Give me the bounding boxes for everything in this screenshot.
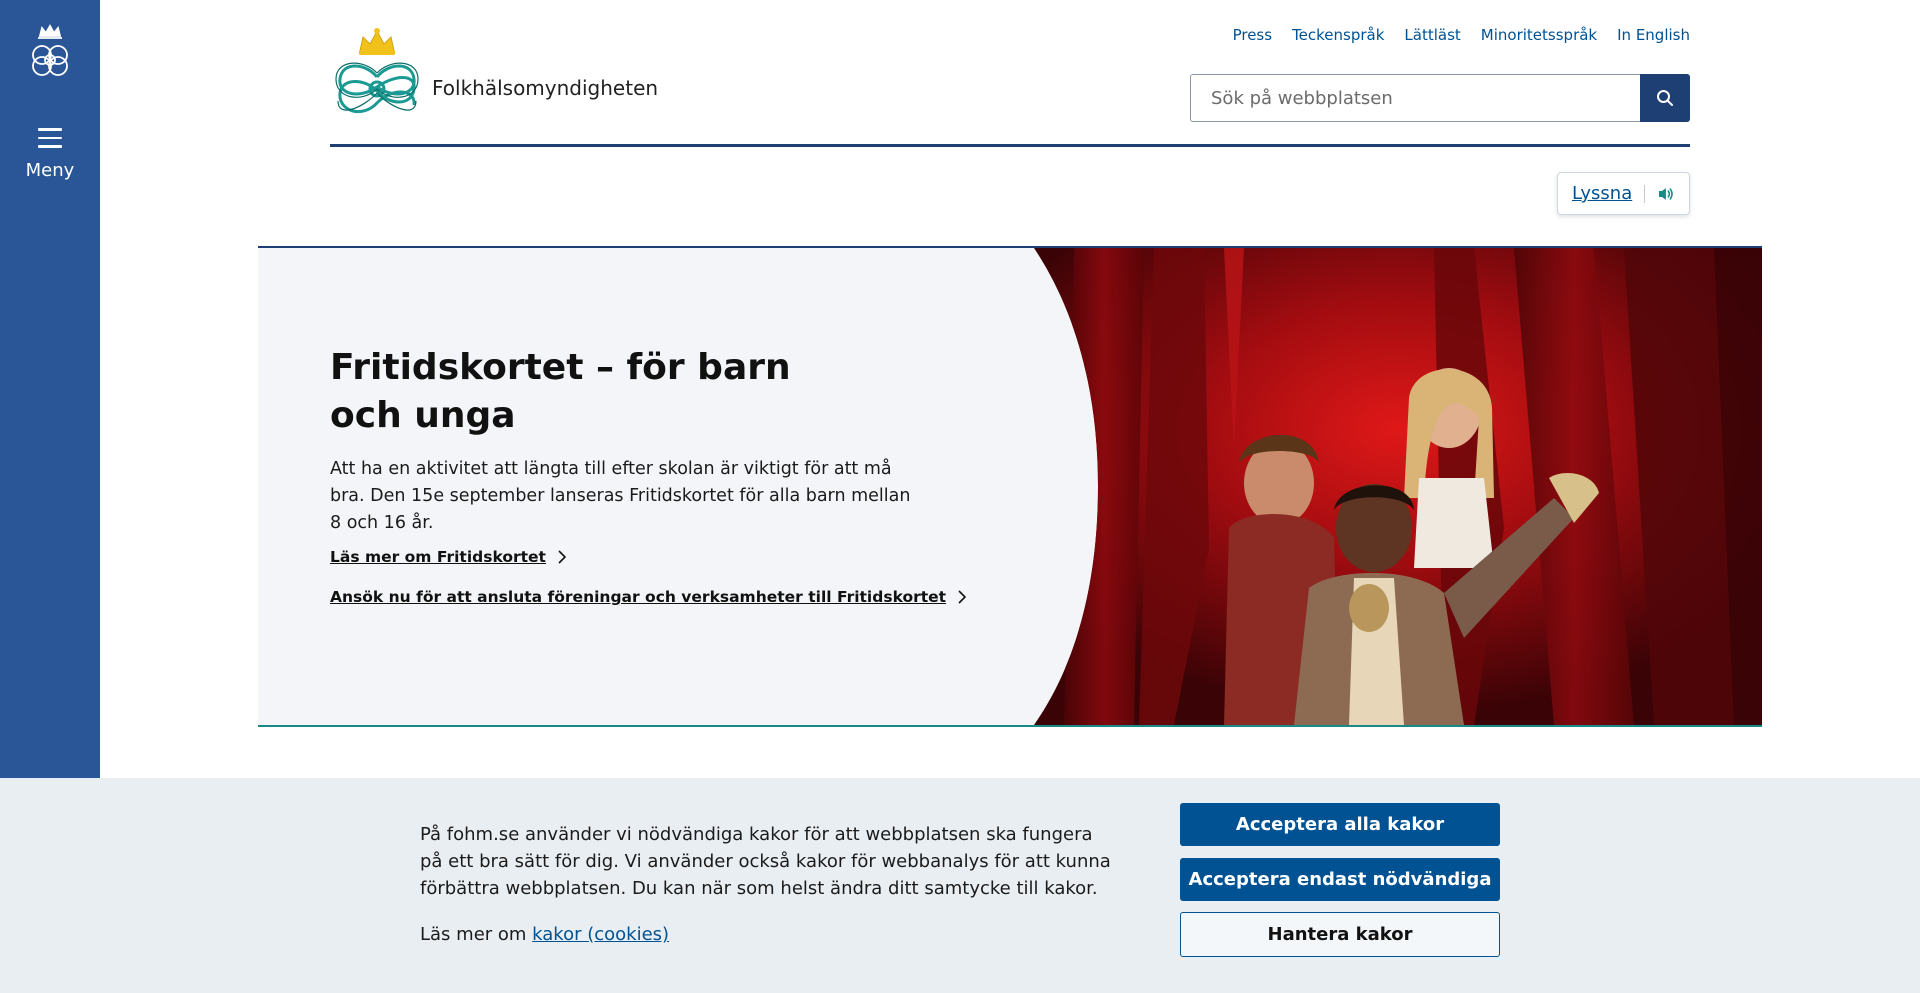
hero-text: Att ha en aktivitet att längta till efte… <box>330 459 911 533</box>
search-input[interactable] <box>1190 74 1640 122</box>
accept-necessary-cookies-button[interactable]: Acceptera endast nödvändiga <box>1180 858 1500 901</box>
listen-button[interactable]: Lyssna <box>1557 172 1690 215</box>
top-link-minoritetssprak[interactable]: Minoritetsspråk <box>1481 26 1597 44</box>
hero-link-read-more[interactable]: Läs mer om Fritidskortet <box>330 548 570 566</box>
chevron-right-icon <box>558 550 567 564</box>
brand-name: Folkhälsomyndigheten <box>432 76 659 100</box>
top-link-teckensprak[interactable]: Teckenspråk <box>1292 26 1384 44</box>
chevron-right-icon <box>958 590 967 604</box>
menu-label: Meny <box>25 160 75 181</box>
cookie-banner: På fohm.se använder vi nödvändiga kakor … <box>0 778 1920 993</box>
search-icon <box>1657 90 1673 106</box>
cookie-more-prefix: Läs mer om <box>420 924 533 945</box>
crown-emblem-icon[interactable] <box>24 22 76 78</box>
hero-link-apply[interactable]: Ansök nu för att ansluta föreningar och … <box>330 588 970 606</box>
manage-cookies-button[interactable]: Hantera kakor <box>1180 912 1500 957</box>
cookie-policy-link[interactable]: kakor (cookies) <box>532 924 669 945</box>
hero-image <box>1034 248 1762 725</box>
search-form <box>1190 74 1690 122</box>
listen-label: Lyssna <box>1572 183 1633 204</box>
cookie-more-line: Läs mer om kakor (cookies) <box>420 921 669 948</box>
search-button[interactable] <box>1640 74 1690 122</box>
hero-title: Fritidskortet – för barn och unga <box>330 347 791 436</box>
top-links: Press Teckenspråk Lättläst Minoritetsspr… <box>1233 26 1690 44</box>
hamburger-menu-icon <box>0 128 100 158</box>
top-link-lattlast[interactable]: Lättläst <box>1404 26 1460 44</box>
header-divider <box>330 144 1690 147</box>
cookie-text: På fohm.se använder vi nödvändiga kakor … <box>420 824 1111 899</box>
top-link-press[interactable]: Press <box>1233 26 1272 44</box>
menu-button[interactable]: Meny <box>0 128 100 192</box>
accept-all-cookies-button[interactable]: Acceptera alla kakor <box>1180 803 1500 846</box>
hero-link-apply-label: Ansök nu för att ansluta föreningar och … <box>330 588 947 606</box>
top-link-in-english[interactable]: In English <box>1617 26 1690 44</box>
folkhalsomyndigheten-logo[interactable] <box>330 23 424 125</box>
listen-separator <box>1644 184 1646 203</box>
hero-link-read-more-label: Läs mer om Fritidskortet <box>330 548 546 566</box>
hero-banner: Fritidskortet – för barn och unga Att ha… <box>258 246 1762 727</box>
speaker-icon <box>1659 187 1674 200</box>
